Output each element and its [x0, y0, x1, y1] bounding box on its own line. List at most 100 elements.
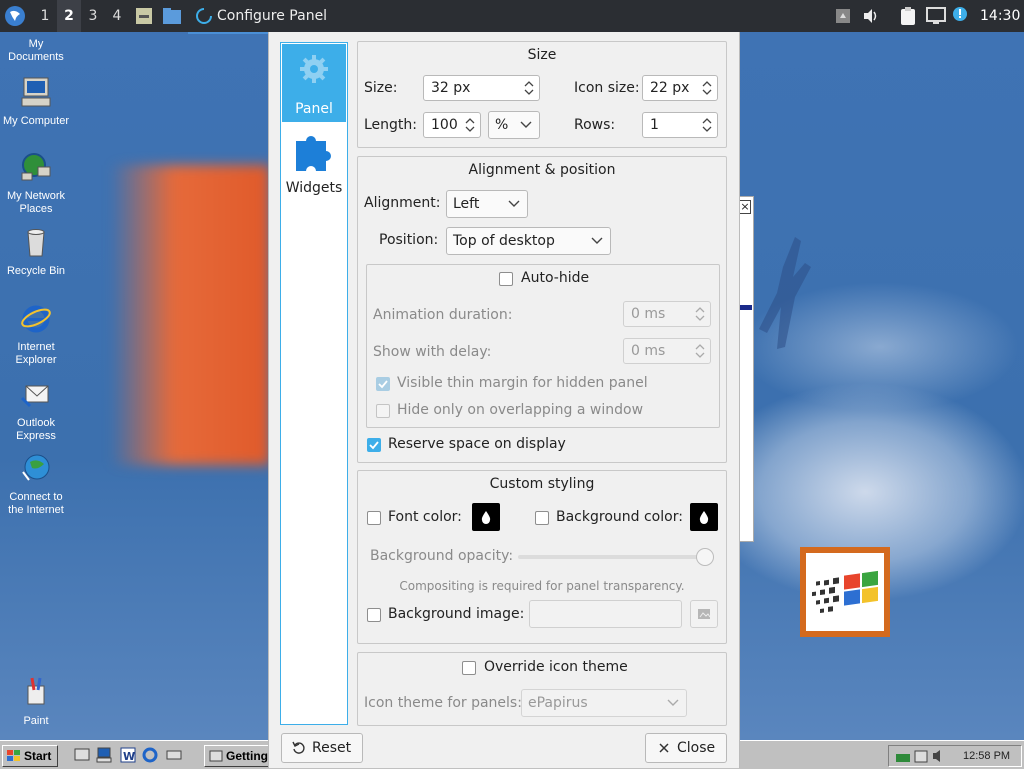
alignment-combobox[interactable]: Left [446, 190, 528, 218]
clipboard-icon [901, 7, 915, 25]
tray-volume-icon[interactable] [931, 748, 947, 764]
start-label: Start [24, 749, 52, 763]
spin-arrows-icon[interactable] [463, 115, 477, 135]
bg-color-label: Background color: [556, 509, 683, 525]
show-desktop-button[interactable] [135, 0, 155, 32]
desktop-icon-outlook-express[interactable]: Outlook Express [0, 378, 72, 443]
close-label: Close [677, 740, 716, 756]
slider-handle[interactable] [696, 548, 714, 566]
spin-arrows-icon[interactable] [693, 304, 707, 324]
desktop-icon-label: Places [19, 203, 53, 215]
configure-panel-dialog: Panel Widgets Size Size: 32 px Icon size… [268, 32, 740, 768]
font-color-button[interactable] [472, 503, 500, 531]
workspace-1[interactable]: 1 [33, 0, 57, 32]
icon-size-spinbox[interactable]: 22 px [642, 75, 718, 101]
rows-spinbox[interactable]: 1 [642, 112, 718, 138]
tray-app-icon [836, 9, 850, 23]
close-button[interactable]: Close [645, 733, 727, 763]
spin-arrows-icon[interactable] [700, 78, 714, 98]
length-unit-combobox[interactable]: % [488, 111, 540, 139]
desktop-icon-label: Paint [23, 715, 49, 727]
icon-theme-combobox[interactable]: ePapirus [521, 689, 687, 717]
task-title: Configure Panel [217, 8, 328, 24]
win98-clock[interactable]: 12:58 PM [963, 746, 1010, 766]
silhouette-figure [759, 237, 811, 349]
desktop-icon-label: Explorer [15, 354, 57, 366]
desktop-icon-my-documents[interactable]: My Documents [0, 38, 72, 64]
reset-icon [292, 741, 305, 754]
windows-logo-image [800, 547, 890, 637]
spin-arrows-icon[interactable] [700, 115, 714, 135]
length-spinbox[interactable]: 100 [423, 112, 481, 138]
desktop-icon-label: Connect to [9, 491, 63, 503]
bg-image-label: Background image: [388, 606, 525, 622]
desktop-icon-internet-explorer[interactable]: Internet Explorer [0, 302, 72, 367]
tray-connection-icon[interactable] [895, 748, 911, 764]
tray-item-1[interactable] [835, 0, 853, 32]
internet-explorer-icon [21, 305, 51, 333]
color-drop-icon [699, 511, 709, 524]
size-group: Size Size: 32 px Icon size: 22 px Length… [357, 41, 727, 148]
overlap-checkbox[interactable] [376, 404, 390, 418]
volume-button[interactable] [862, 0, 882, 32]
font-color-checkbox[interactable] [367, 511, 381, 525]
tray-scheduler-icon[interactable] [913, 748, 929, 764]
spin-arrows-icon[interactable] [522, 78, 536, 98]
panel-clock[interactable]: 14:30 [980, 0, 1022, 32]
sidebar-item-panel[interactable]: Panel [282, 44, 346, 122]
close-icon[interactable]: × [739, 200, 751, 214]
alignment-group-title: Alignment & position [468, 162, 616, 178]
taskbar98-item-getting[interactable]: Getting [204, 745, 270, 767]
desktop-icon-my-network[interactable]: My Network Places [0, 151, 72, 216]
bg-color-button[interactable] [690, 503, 718, 531]
desktop-icon-label: My Network [6, 190, 66, 202]
quick-launch-desktop-icon[interactable] [74, 747, 90, 763]
show-delay-spinbox[interactable]: 0 ms [623, 338, 711, 364]
bg-image-checkbox[interactable] [367, 608, 381, 622]
win98-tray: 12:58 PM [888, 745, 1022, 767]
bg-image-path-input[interactable] [529, 600, 682, 628]
autohide-group: Auto-hide Animation duration: 0 ms Show … [366, 264, 720, 428]
paint-icon [27, 677, 45, 705]
desktop-icon-connect-internet[interactable]: Connect to the Internet [0, 452, 72, 517]
bg-opacity-slider[interactable] [518, 547, 714, 567]
quick-launch-network-icon[interactable] [166, 747, 182, 763]
quick-launch-computer-icon[interactable] [96, 747, 112, 763]
desktop-icon-my-computer[interactable]: My Computer [0, 76, 72, 128]
bg-image-browse-button[interactable] [690, 600, 718, 628]
animation-duration-spinbox[interactable]: 0 ms [623, 301, 711, 327]
quick-launch-word-icon[interactable]: W [120, 747, 136, 763]
desktop-icon-recycle-bin[interactable]: Recycle Bin [0, 226, 72, 278]
sidebar-item-widgets[interactable]: Widgets [282, 125, 346, 203]
workspace-3[interactable]: 3 [81, 0, 105, 32]
workspace-4[interactable]: 4 [105, 0, 129, 32]
size-spinbox[interactable]: 32 px [423, 75, 540, 101]
network-button[interactable] [926, 0, 948, 32]
override-icon-theme-checkbox[interactable] [462, 661, 476, 675]
chevron-down-icon [591, 237, 603, 244]
notification-button[interactable] [952, 0, 970, 32]
bg-color-checkbox[interactable] [535, 511, 549, 525]
clipboard-button[interactable] [898, 0, 920, 32]
quick-launch-ie-icon[interactable] [142, 747, 158, 763]
desktop-icon-paint[interactable]: Paint [0, 676, 72, 728]
image-browse-icon [698, 609, 711, 619]
show-delay-label: Show with delay: [373, 344, 492, 360]
position-combobox[interactable]: Top of desktop [446, 227, 611, 255]
getting-started-icon [209, 750, 223, 762]
taskbar-item-configure-panel[interactable]: Configure Panel [188, 0, 384, 34]
main-menu-button[interactable] [4, 0, 28, 32]
thin-margin-checkbox[interactable] [376, 377, 390, 391]
autohide-label: Auto-hide [521, 270, 590, 286]
override-icon-theme-label: Override icon theme [484, 659, 628, 675]
top-panel: 1 2 3 4 Configure Panel 14:30 [0, 0, 1024, 34]
reset-button[interactable]: Reset [281, 733, 363, 763]
start-button[interactable]: Start [2, 745, 58, 767]
outlook-express-icon [20, 385, 49, 408]
file-manager-button[interactable] [162, 0, 184, 32]
workspace-2[interactable]: 2 [57, 0, 81, 32]
reserve-space-checkbox[interactable] [367, 438, 381, 452]
autohide-checkbox[interactable] [499, 272, 513, 286]
spin-arrows-icon[interactable] [693, 341, 707, 361]
sidebar-panel-label: Panel [295, 101, 333, 117]
